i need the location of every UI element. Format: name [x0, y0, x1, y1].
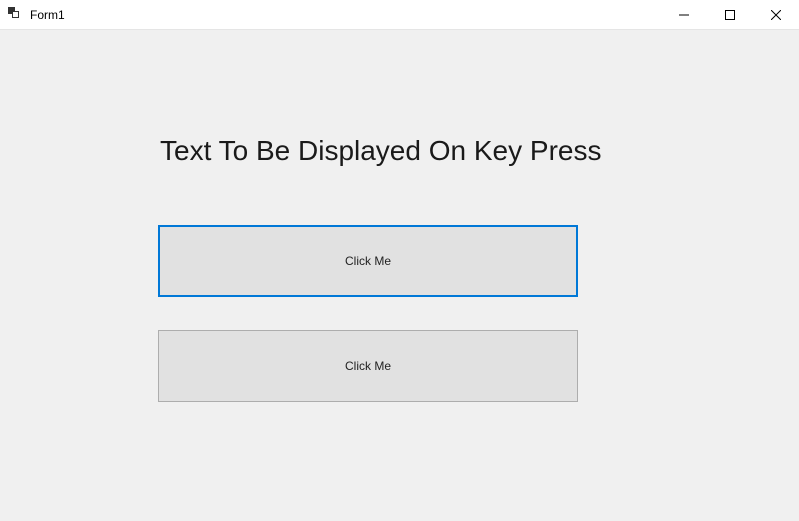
minimize-button[interactable]	[661, 0, 707, 29]
heading-label: Text To Be Displayed On Key Press	[160, 135, 601, 167]
close-button[interactable]	[753, 0, 799, 29]
maximize-icon	[725, 10, 735, 20]
titlebar-controls	[661, 0, 799, 29]
window-titlebar: Form1	[0, 0, 799, 30]
click-me-button-2[interactable]: Click Me	[158, 330, 578, 402]
form-client-area: Text To Be Displayed On Key Press Click …	[0, 30, 799, 521]
button-1-label: Click Me	[345, 254, 391, 268]
app-icon	[8, 7, 24, 23]
click-me-button-1[interactable]: Click Me	[158, 225, 578, 297]
maximize-button[interactable]	[707, 0, 753, 29]
window-title: Form1	[30, 8, 65, 22]
button-2-label: Click Me	[345, 359, 391, 373]
titlebar-left: Form1	[0, 7, 65, 23]
minimize-icon	[679, 10, 689, 20]
close-icon	[771, 10, 781, 20]
